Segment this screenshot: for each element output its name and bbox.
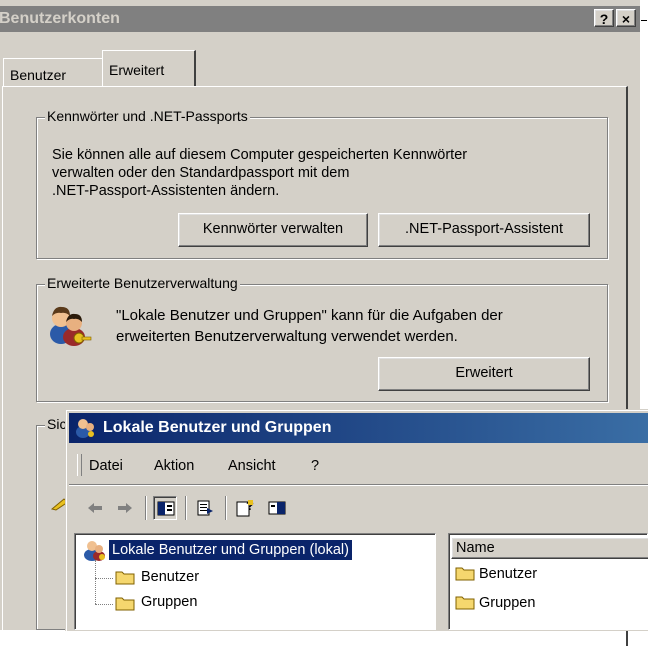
tab-benutzer[interactable]: Benutzer: [3, 58, 103, 86]
export-list-icon[interactable]: [193, 496, 217, 520]
tree-connector: [95, 560, 96, 604]
passwords-group-legend: Kennwörter und .NET-Passports: [45, 108, 250, 124]
toolbar-separator: [145, 496, 147, 520]
toolbar: ?: [69, 492, 648, 522]
tree-connector: [95, 578, 113, 579]
list-item-gruppen[interactable]: Gruppen: [479, 595, 535, 611]
tree-item-root[interactable]: Lokale Benutzer und Gruppen (lokal): [109, 540, 352, 560]
help-icon[interactable]: ?: [233, 496, 257, 520]
users-key-icon: [50, 306, 92, 346]
back-arrow-icon[interactable]: [83, 496, 107, 520]
toolbar-separator: [185, 496, 187, 520]
folder-icon: [455, 567, 475, 581]
menu-ansicht[interactable]: Ansicht: [228, 458, 276, 474]
tree-connector: [95, 604, 113, 605]
background-window-edge: [641, 6, 648, 36]
net-passport-wizard-button[interactable]: .NET-Passport-Assistent: [378, 213, 590, 247]
tree-pane[interactable]: Lokale Benutzer und Gruppen (lokal) Benu…: [74, 533, 436, 630]
tree-item-benutzer[interactable]: Benutzer: [141, 567, 199, 587]
passwords-description-line: verwalten oder den Standardpassport mit …: [52, 165, 350, 181]
menu-aktion[interactable]: Aktion: [154, 458, 194, 474]
menu-bar: Datei Aktion Ansicht ?: [69, 450, 648, 480]
toolbar-separator: [225, 496, 227, 520]
dialog-title: Benutzerkonten: [0, 10, 120, 27]
close-button[interactable]: ×: [616, 9, 636, 27]
dialog-title-bar[interactable]: Benutzerkonten ? ×: [0, 6, 640, 32]
mmc-title: Lokale Benutzer und Gruppen: [103, 419, 332, 436]
advanced-button[interactable]: Erweitert: [378, 357, 590, 391]
properties-pane-icon[interactable]: [265, 496, 289, 520]
advanced-description-line: erweiterten Benutzerverwaltung verwendet…: [116, 328, 458, 345]
folder-icon: [455, 596, 475, 610]
users-key-icon: [76, 419, 94, 438]
passwords-description-line: Sie können alle auf diesem Computer gesp…: [52, 147, 468, 163]
show-hide-tree-icon[interactable]: [153, 496, 177, 520]
column-header-name[interactable]: Name: [451, 537, 648, 559]
mmc-title-bar[interactable]: Lokale Benutzer und Gruppen: [69, 413, 648, 443]
list-pane[interactable]: Name Benutzer Gruppen: [448, 533, 648, 630]
manage-passwords-button[interactable]: Kennwörter verwalten: [178, 213, 368, 247]
menu-datei[interactable]: Datei: [89, 458, 123, 474]
help-button[interactable]: ?: [594, 9, 614, 27]
passwords-description: Sie können alle auf diesem Computer gesp…: [52, 146, 572, 200]
forward-arrow-icon[interactable]: [113, 496, 137, 520]
menu-divider: [69, 484, 648, 486]
users-key-icon: [84, 541, 105, 561]
list-item-benutzer[interactable]: Benutzer: [479, 566, 537, 582]
folder-icon: [115, 571, 135, 585]
menubar-grip[interactable]: [77, 454, 82, 476]
passwords-description-line: .NET-Passport-Assistenten ändern.: [52, 183, 280, 199]
tab-erweitert[interactable]: Erweitert: [102, 50, 196, 87]
folder-icon: [115, 597, 135, 611]
advanced-description-line: "Lokale Benutzer und Gruppen" kann für d…: [116, 307, 503, 324]
advanced-description: "Lokale Benutzer und Gruppen" kann für d…: [116, 305, 596, 347]
tree-item-gruppen[interactable]: Gruppen: [141, 592, 197, 612]
advanced-group-legend: Erweiterte Benutzerverwaltung: [45, 275, 240, 291]
menu-help[interactable]: ?: [311, 458, 319, 474]
